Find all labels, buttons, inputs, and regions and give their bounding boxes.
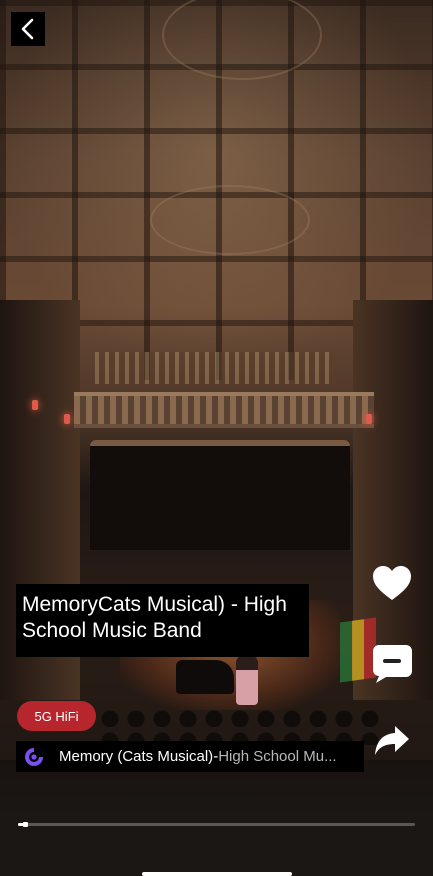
like-button[interactable]	[370, 562, 414, 606]
wall-lamp	[64, 414, 70, 424]
video-player[interactable]: MemoryCats Musical) - High School Music …	[0, 0, 433, 876]
heart-icon	[373, 566, 411, 600]
progress-handle[interactable]	[23, 822, 28, 827]
song-title: Memory (Cats Musical)	[59, 748, 214, 765]
ceiling-ornament	[150, 185, 310, 255]
comment-icon	[372, 645, 412, 683]
share-arrow-icon	[375, 726, 409, 755]
performer	[236, 655, 258, 705]
back-button[interactable]	[11, 12, 45, 46]
quality-badge[interactable]: 5G HiFi	[17, 701, 96, 731]
frieze	[95, 352, 335, 384]
song-artist: High School Mu...	[218, 748, 337, 765]
wall-lamp	[366, 414, 372, 424]
home-indicator[interactable]	[142, 872, 292, 876]
balcony	[74, 392, 374, 428]
music-bar[interactable]: Memory (Cats Musical)-High School Mu...	[16, 741, 364, 772]
piano	[176, 660, 234, 694]
video-title: MemoryCats Musical) - High School Music …	[22, 593, 287, 642]
music-disc-icon	[25, 747, 43, 766]
audience	[100, 705, 380, 745]
comment-button[interactable]	[370, 642, 414, 686]
progress-bar[interactable]	[18, 822, 415, 827]
chevron-left-icon	[21, 18, 34, 40]
share-button[interactable]	[370, 718, 414, 762]
bottom-shade	[0, 760, 433, 876]
video-title-box: MemoryCats Musical) - High School Music …	[16, 584, 309, 657]
music-info: Memory (Cats Musical)-High School Mu...	[59, 748, 337, 765]
wall-lamp	[32, 400, 38, 410]
stage-arch	[90, 440, 350, 550]
